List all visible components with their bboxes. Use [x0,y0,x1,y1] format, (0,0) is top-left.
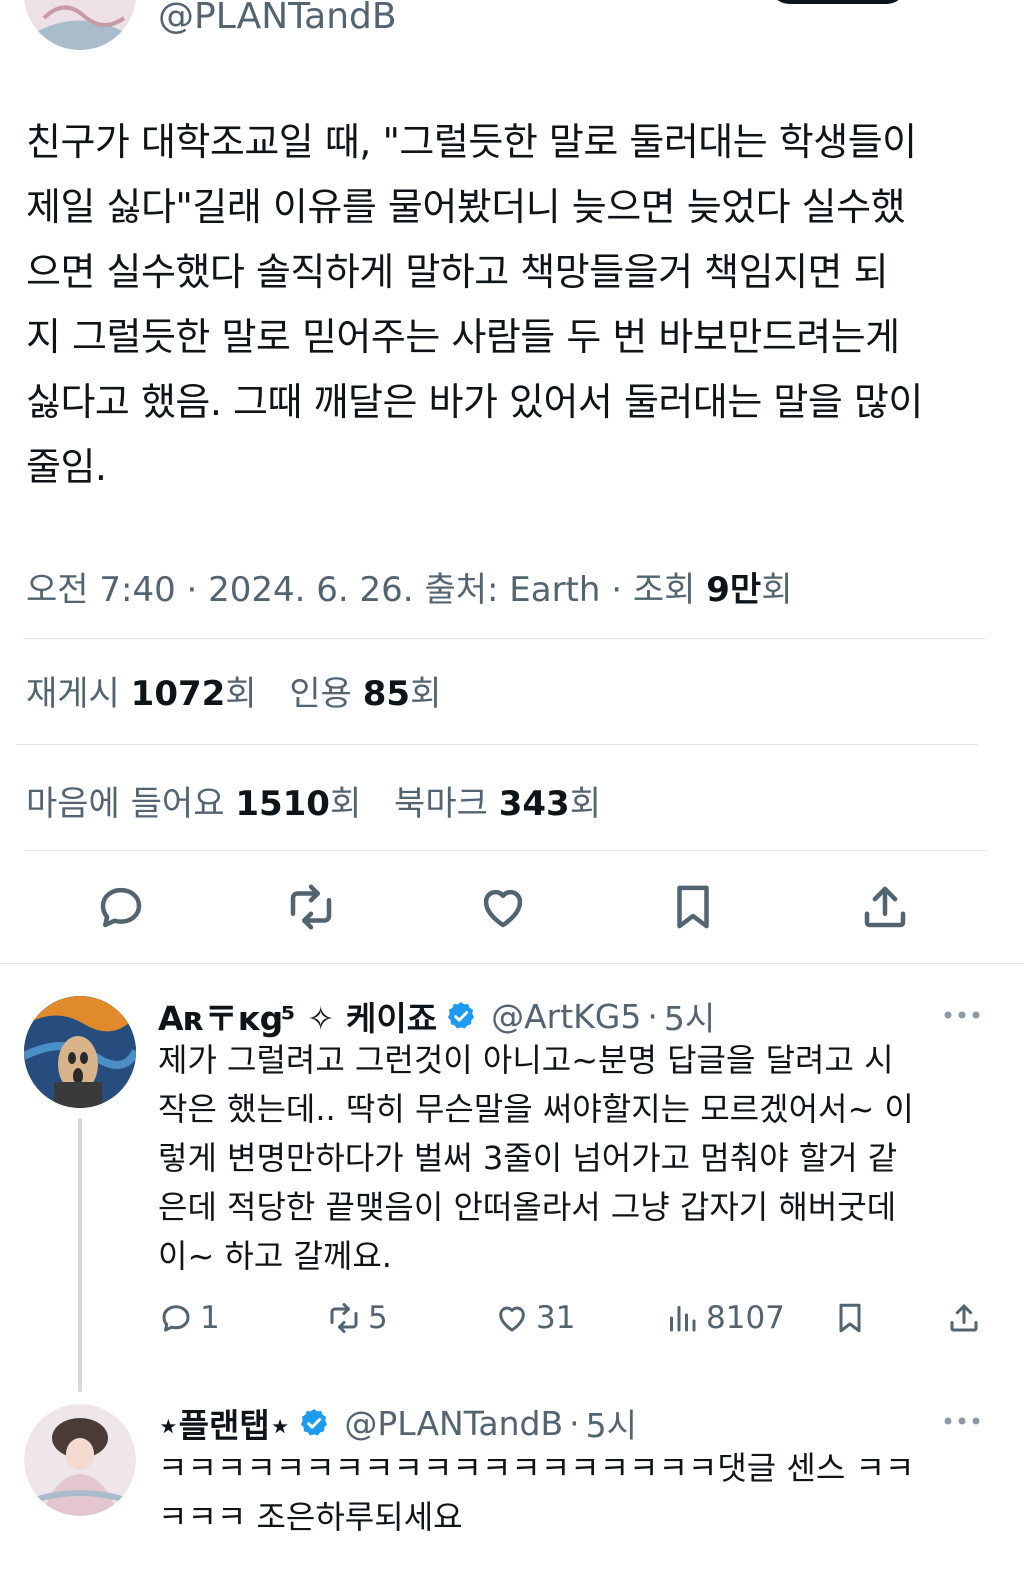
thread-connector [78,1118,82,1392]
share-icon[interactable] [858,880,912,934]
quotes-value: 85 [362,674,411,714]
separator-dot: · [186,570,198,610]
tweet-line: 싫다고 했음. 그때 깨달은 바가 있어서 둘러대는 말을 많이 [26,380,923,424]
repost-icon [330,1303,358,1333]
separator-dot: · [647,996,658,1036]
quotes-label: 인용 [289,674,352,714]
reply-author-name[interactable]: Aʀ〒ĸց⁵ ✧ 케이죠 [158,992,437,1040]
reply-author-handle[interactable]: @PLANTandB [344,1404,563,1443]
reply-line: ㅋㅋㅋㅋㅋㅋㅋㅋㅋㅋㅋㅋㅋㅋㅋㅋㅋㅋㅋ댓글 센스 ㅋㅋ [158,1449,915,1487]
tweet-line: 친구가 대학조교일 때, "그럴듯한 말로 둘러대는 학생들이 [26,120,917,164]
reply-bookmark-button[interactable] [832,1300,874,1336]
tweet-line: 지 그럴듯한 말로 믿어주는 사람들 두 번 바보만드려는게 [26,315,900,359]
tweet-meta: 오전 7:40 · 2024. 6. 26. 출처: Earth · 조회 9만… [26,562,792,611]
reply-line: ㅋㅋㅋ 조은하루되세요 [158,1498,463,1536]
verified-badge-icon [301,1409,328,1436]
reply-header: Aʀ〒ĸց⁵ ✧ 케이죠 @ArtKG5 · 5시 [158,992,715,1040]
reply-repost-button[interactable]: 5 [326,1300,388,1336]
reply-share-button[interactable] [946,1300,988,1336]
reply-text: 제가 그럴려고 그런것이 아니고~분명 답글을 달려고 시 작은 했는데.. 딱… [158,1036,988,1281]
reply-author-handle[interactable]: @ArtKG5 [491,997,641,1036]
reply-line: 제가 그럴려고 그런것이 아니고~분명 답글을 달려고 시 [158,1041,894,1079]
reply-like-count: 31 [536,1300,576,1336]
views-value: 9만 [706,570,762,610]
reply-author-name[interactable]: ⋆플랜탭⋆ [158,1399,290,1447]
reply-time[interactable]: 5시 [664,992,715,1040]
like-icon[interactable] [476,880,530,934]
reposts-unit: 회 [225,674,257,714]
reply-icon[interactable] [94,880,148,934]
analytics-icon [670,1306,696,1332]
bookmarks-stat[interactable]: 북마크 343회 [394,784,601,824]
reply-avatar[interactable] [24,1404,136,1516]
bookmarks-unit: 회 [569,784,601,824]
likes-unit: 회 [329,784,362,824]
avatar-illustration [24,1404,136,1516]
quotes-unit: 회 [410,674,442,714]
bookmarks-label: 북마크 [394,784,488,824]
tweet-line: 줄임. [26,445,107,489]
divider [16,744,978,745]
follow-button[interactable] [768,0,908,4]
reply-reply-button[interactable]: 1 [158,1300,220,1336]
repost-icon[interactable] [284,880,338,934]
tweet-line: 으면 실수했다 솔직하게 말하고 책망들을거 책임지면 되 [26,250,889,294]
share-icon [950,1304,978,1332]
author-handle[interactable]: @PLANTandB [158,0,397,37]
reposts-label: 재게시 [26,674,120,714]
tweet-date[interactable]: 2024. 6. 26. [208,570,413,610]
reply-line: 은데 적당한 끝맺음이 안떠올라서 그냥 갑자기 해버굿데 [158,1188,897,1226]
avatar-illustration [24,996,136,1108]
divider [0,963,1024,964]
tweet-text: 친구가 대학조교일 때, "그럴듯한 말로 둘러대는 학생들이 제일 싫다"길래… [26,110,996,500]
likes-value: 1510 [235,784,330,824]
quotes-stat[interactable]: 인용 85회 [289,674,441,714]
reply-reply-count: 1 [200,1300,220,1336]
reply-text: ㅋㅋㅋㅋㅋㅋㅋㅋㅋㅋㅋㅋㅋㅋㅋㅋㅋㅋㅋ댓글 센스 ㅋㅋ ㅋㅋㅋ 조은하루되세요 [158,1444,988,1542]
more-options-icon[interactable] [942,1008,982,1022]
separator-dot: · [569,1403,580,1443]
engagement-stats-row-2: 마음에 들어요 1510회 북마크 343회 [26,776,623,825]
engagement-stats-row-1: 재게시 1072회 인용 85회 [26,666,463,715]
tweet-time[interactable]: 오전 7:40 [26,570,176,610]
bookmark-icon [839,1303,861,1333]
reply-like-button[interactable]: 31 [494,1300,575,1336]
views-unit: 회 [761,570,793,610]
reply-avatar[interactable] [24,996,136,1108]
bookmark-icon[interactable] [666,880,720,934]
reply-views-button[interactable]: 8107 [664,1300,785,1336]
more-options-icon[interactable] [942,1414,982,1428]
bookmarks-value: 343 [498,784,570,824]
reply-line: 이~ 하고 갈께요. [158,1237,392,1275]
reply-line: 작은 했는데.. 딱히 무슨말을 써야할지는 모르겠어서~ 이 [158,1090,914,1128]
tweet-line: 제일 싫다"길래 이유를 물어봤더니 늦으면 늦었다 실수했 [26,185,906,229]
author-avatar[interactable] [24,0,136,50]
reply-line: 렇게 변명만하다가 벌써 3줄이 넘어가고 멈춰야 할거 같 [158,1139,898,1177]
like-icon [499,1306,525,1332]
likes-label: 마음에 들어요 [26,784,225,824]
reposts-stat[interactable]: 재게시 1072회 [26,674,257,714]
reply-time[interactable]: 5시 [586,1399,637,1447]
tweet-source: 출처: Earth [424,570,601,610]
reposts-value: 1072 [130,674,226,714]
reply-repost-count: 5 [368,1300,388,1336]
verified-badge-icon [447,1002,475,1029]
likes-stat[interactable]: 마음에 들어요 1510회 [26,784,361,824]
avatar-illustration [24,0,136,50]
separator-dot: · [611,570,623,610]
reply-icon [162,1305,190,1332]
divider [24,638,986,639]
reply-header: ⋆플랜탭⋆ @PLANTandB · 5시 [158,1399,637,1447]
views-label: 조회 [632,570,696,610]
reply-view-count: 8107 [706,1300,785,1336]
divider [24,850,986,851]
